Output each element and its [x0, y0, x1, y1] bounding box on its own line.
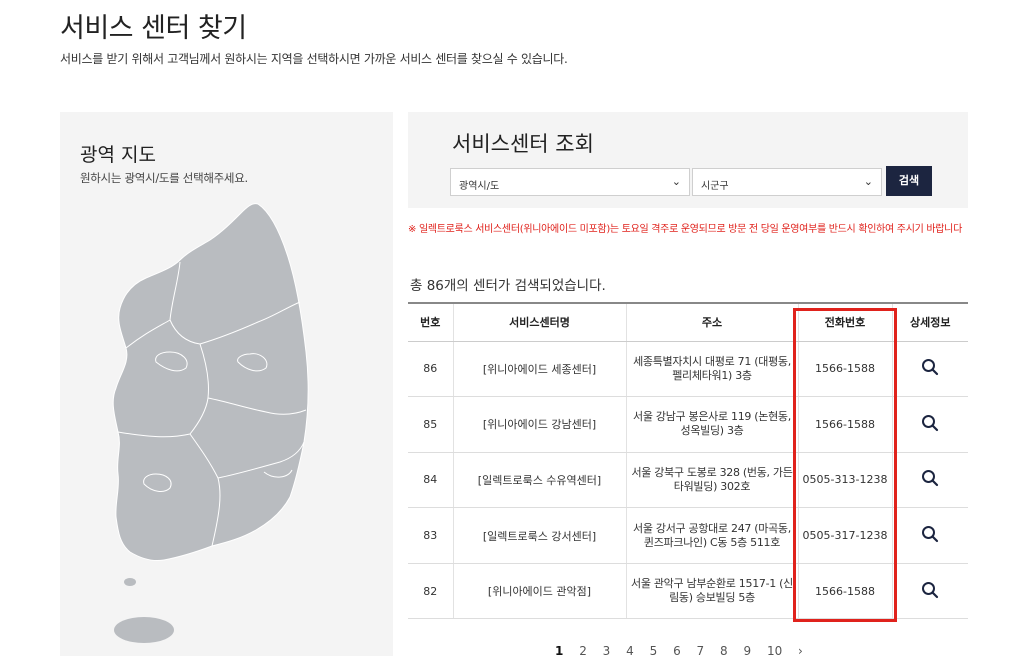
row-address: 세종특별자치시 대평로 71 (대평동, 펠리체타워1) 3층: [625, 341, 798, 398]
region-map-panel: 광역 지도 원하시는 광역시/도를 선택해주세요.: [60, 112, 393, 656]
search-panel: 서비스센터 조회 광역시/도 ⌄ 시군구 ⌄ 검색: [408, 112, 968, 208]
row-phone: 0505-317-1238: [797, 507, 892, 564]
service-center-table: 번호 서비스센터명 주소 전화번호 상세정보 86 [위니아에이드 세종센터] …: [408, 302, 968, 620]
search-icon[interactable]: [921, 414, 939, 432]
header-detail: 상세정보: [891, 302, 968, 342]
page-link[interactable]: 2: [579, 644, 587, 656]
table-header-row: 번호 서비스센터명 주소 전화번호 상세정보: [408, 302, 968, 342]
search-icon[interactable]: [921, 358, 939, 376]
row-address: 서울 강북구 도봉로 328 (번동, 가든 타워빌딩) 302호: [625, 452, 798, 509]
page-link[interactable]: 3: [603, 644, 611, 656]
table-row: 86 [위니아에이드 세종센터] 세종특별자치시 대평로 71 (대평동, 펠리체…: [408, 341, 968, 398]
search-icon[interactable]: [921, 581, 939, 599]
row-phone: 1566-1588: [797, 563, 892, 620]
row-no: 83: [408, 507, 453, 564]
row-address-line1: 서울 강남구 봉은사로 119 (논현동,: [633, 410, 791, 424]
result-count: 총 86개의 센터가 검색되었습니다.: [410, 278, 606, 294]
row-phone: 1566-1588: [797, 396, 892, 453]
table-row: 85 [위니아에이드 강남센터] 서울 강남구 봉은사로 119 (논현동, 성옥…: [408, 396, 968, 453]
row-no: 85: [408, 396, 453, 453]
chevron-down-icon: ⌄: [863, 175, 873, 188]
row-address-line1: 서울 강서구 공항대로 247 (마곡동,: [633, 521, 791, 535]
header-name: 서비스센터명: [452, 302, 626, 342]
page-link[interactable]: 5: [650, 644, 658, 656]
map-mainland[interactable]: [112, 203, 309, 561]
row-address-line2: 림동) 승보빌딩 5층: [669, 591, 755, 605]
row-address-line2: 성옥빌딩) 3층: [680, 424, 744, 438]
search-icon[interactable]: [921, 469, 939, 487]
search-button[interactable]: 검색: [886, 166, 932, 196]
row-phone: 1566-1588: [797, 341, 892, 398]
page-title: 서비스 센터 찾기: [60, 13, 247, 44]
row-no: 82: [408, 563, 453, 620]
page-link[interactable]: 10: [767, 644, 782, 656]
search-title: 서비스센터 조회: [452, 132, 594, 156]
row-name: [위니아에이드 관악점]: [452, 563, 626, 620]
page-link[interactable]: 4: [626, 644, 634, 656]
page-link[interactable]: 7: [697, 644, 705, 656]
row-no: 84: [408, 452, 453, 509]
row-detail: [891, 563, 968, 620]
header-address: 주소: [625, 302, 798, 342]
map-island-jeju[interactable]: [114, 617, 174, 643]
table-row: 84 [일렉트로룩스 수유역센터] 서울 강북구 도봉로 328 (번동, 가든…: [408, 452, 968, 509]
header-phone: 전화번호: [797, 302, 892, 342]
row-address: 서울 강남구 봉은사로 119 (논현동, 성옥빌딩) 3층: [625, 396, 798, 453]
row-name: [위니아에이드 세종센터]: [452, 341, 626, 398]
pagination: 1 2 3 4 5 6 7 8 9 10 ›: [555, 644, 815, 656]
row-detail: [891, 396, 968, 453]
page-subtitle: 서비스를 받기 위해서 고객님께서 원하시는 지역을 선택하시면 가까운 서비스…: [60, 52, 568, 66]
row-address-line2: 타워빌딩) 302호: [673, 479, 751, 493]
table-row: 83 [일렉트로룩스 강서센터] 서울 강서구 공항대로 247 (마곡동, 퀸즈…: [408, 507, 968, 564]
row-address-line1: 서울 관악구 남부순환로 1517-1 (신: [631, 577, 793, 591]
row-name: [일렉트로룩스 강서센터]: [452, 507, 626, 564]
row-address-line1: 서울 강북구 도봉로 328 (번동, 가든: [631, 465, 793, 479]
chevron-down-icon: ⌄: [671, 175, 681, 188]
row-address: 서울 강서구 공항대로 247 (마곡동, 퀸즈파크나인) C동 5층 511호: [625, 507, 798, 564]
notice-text: ※ 일렉트로룩스 서비스센터(위니아에이드 미포함)는 토요일 격주로 운영되므…: [408, 224, 962, 235]
row-no: 86: [408, 341, 453, 398]
korea-map[interactable]: [60, 112, 393, 656]
page-link[interactable]: 6: [673, 644, 681, 656]
header-no: 번호: [408, 302, 453, 342]
search-icon[interactable]: [921, 525, 939, 543]
page-link[interactable]: 1: [555, 644, 563, 656]
row-name: [위니아에이드 강남센터]: [452, 396, 626, 453]
row-address-line2: 펠리체타워1) 3층: [672, 368, 752, 382]
district-select[interactable]: 시군구 ⌄: [692, 168, 882, 196]
page-link[interactable]: 9: [743, 644, 751, 656]
next-page-icon[interactable]: ›: [798, 644, 803, 656]
row-detail: [891, 507, 968, 564]
row-name: [일렉트로룩스 수유역센터]: [452, 452, 626, 509]
map-island-ulleung[interactable]: [124, 578, 136, 586]
row-address: 서울 관악구 남부순환로 1517-1 (신 림동) 승보빌딩 5층: [625, 563, 798, 620]
row-detail: [891, 452, 968, 509]
row-address-line2: 퀸즈파크나인) C동 5층 511호: [643, 535, 781, 549]
district-select-value: 시군구: [701, 181, 729, 192]
region-select-value: 광역시/도: [459, 181, 500, 192]
table-row: 82 [위니아에이드 관악점] 서울 관악구 남부순환로 1517-1 (신 림동…: [408, 563, 968, 620]
page-link[interactable]: 8: [720, 644, 728, 656]
row-detail: [891, 341, 968, 398]
row-address-line1: 세종특별자치시 대평로 71 (대평동,: [633, 354, 791, 368]
region-select[interactable]: 광역시/도 ⌄: [450, 168, 690, 196]
row-phone: 0505-313-1238: [797, 452, 892, 509]
